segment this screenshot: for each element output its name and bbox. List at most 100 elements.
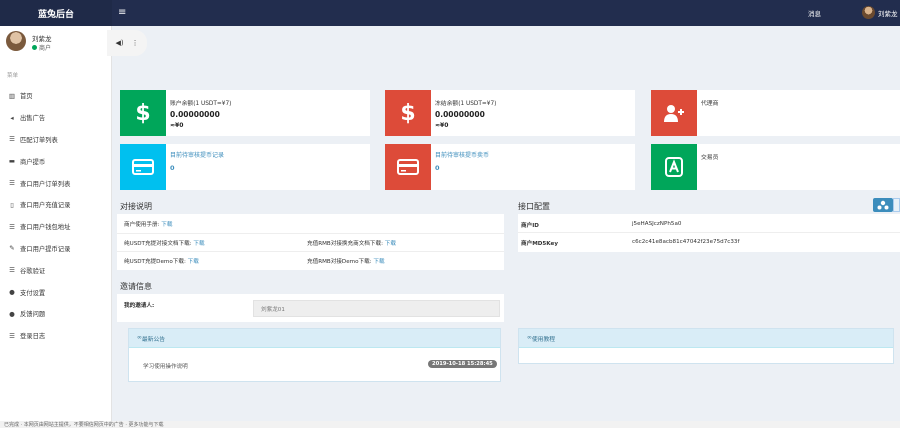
- tutorial-card: ∞ 使用教程: [518, 328, 894, 364]
- sidebar-item-label: 查口用户订单列表: [20, 180, 71, 188]
- manual-download-link[interactable]: 下载: [161, 222, 172, 228]
- rmb-demo-row: 充值RMB对接Demo下载: 下载: [307, 257, 385, 265]
- sidebar: 刘紫龙 商户 菜单 ▥ 首页 ◂ 出售广告 ☰ 匹配订单列表 ▬ 商户提币 ☰ 查口用户订单列表 ▯…: [0, 26, 112, 428]
- sidebar-item[interactable]: ◂ 出售广告: [0, 107, 112, 129]
- sidebar-item[interactable]: ☰ 查口用户钱包地址: [0, 216, 112, 238]
- inviter-field[interactable]: 刘紫龙01: [253, 300, 500, 317]
- brand-logo[interactable]: 蓝兔后台: [0, 0, 112, 26]
- rmb-demo-download-link[interactable]: 下载: [373, 259, 384, 265]
- profile-avatar: [6, 31, 26, 51]
- toolbar-toggle-button[interactable]: [893, 198, 900, 212]
- notice-card: ∞ 最新公告: [128, 328, 501, 382]
- dollar-icon: $: [120, 90, 166, 136]
- agent-box[interactable]: 代理商: [651, 90, 900, 136]
- sidebar-item[interactable]: ☰ 查口用户订单列表: [0, 172, 112, 194]
- edit-icon: ✎: [9, 244, 15, 253]
- dollar-icon: $: [385, 90, 431, 136]
- notice-title: 最新公告: [141, 336, 166, 343]
- merchant-id-key: 商户ID: [521, 223, 539, 229]
- invite-label: 我的邀请人:: [124, 303, 155, 309]
- usdt-doc-label: 纯USDT充提对接文档下载:: [124, 241, 192, 247]
- pending-withdraw-sell-label[interactable]: 目前待审核提币卖币: [435, 150, 489, 159]
- android-icon: [651, 144, 697, 190]
- user-menu[interactable]: 刘紫龙: [862, 6, 898, 19]
- sidebar-item-label: 出售广告: [20, 115, 46, 123]
- profile-role: 商户: [39, 45, 52, 52]
- pending-withdraw-sell-box[interactable]: 目前待审核提币卖币 0: [385, 144, 635, 190]
- comment-icon: ●: [9, 309, 15, 318]
- card-icon: ▬: [8, 157, 16, 166]
- pending-withdraw-records-box[interactable]: 目前待审核提币记录 0: [120, 144, 370, 190]
- profile-status: 商户: [32, 43, 51, 52]
- account-balance-label: 账户余额(1 USDT=¥7): [170, 101, 232, 107]
- credit-card-icon: [120, 144, 166, 190]
- notice-item[interactable]: 学习使用操作说明: [143, 362, 188, 370]
- volume-icon[interactable]: ◀): [115, 39, 123, 47]
- trader-label: 交易员: [701, 155, 719, 161]
- sitemap-icon[interactable]: [873, 198, 893, 212]
- sidebar-item[interactable]: ☰ 匹配订单列表: [0, 129, 112, 151]
- sidebar-item-label: 查口用户钱包地址: [20, 224, 71, 232]
- sidebar-item[interactable]: ✎ 查口用户提币记录: [0, 238, 112, 260]
- pending-withdraw-records-value: 0: [170, 164, 175, 172]
- file-icon: ▯: [10, 200, 14, 209]
- hamburger-icon[interactable]: ≡: [118, 7, 126, 19]
- sidebar-item[interactable]: ● 反馈问题: [0, 303, 112, 325]
- messages-link[interactable]: 消息: [808, 8, 821, 18]
- sidebar-menu: ▥ 首页 ◂ 出售广告 ☰ 匹配订单列表 ▬ 商户提币 ☰ 查口用户订单列表 ▯ 查口用户充值记录 ☰ 查…: [0, 85, 112, 347]
- api-config-title: 接口配置: [518, 202, 550, 211]
- invite-title: 邀请信息: [120, 282, 152, 291]
- sidebar-section-label: 菜单: [7, 73, 19, 79]
- sidebar-item-label: 匹配订单列表: [20, 136, 58, 144]
- sidebar-item[interactable]: ☰ 登录日志: [0, 325, 112, 347]
- frozen-balance-cny: ≈¥0: [435, 122, 449, 129]
- list-icon: ☰: [9, 222, 15, 231]
- account-balance-box: $ 账户余额(1 USDT=¥7) 0.00000000 ≈¥0: [120, 90, 370, 136]
- sidebar-item[interactable]: ▥ 首页: [0, 85, 112, 107]
- list-icon: ☰: [9, 135, 15, 144]
- sidebar-item-label: 谷歌验证: [20, 267, 46, 275]
- gear-icon: ●: [9, 288, 15, 297]
- frozen-balance-box: $ 冻结余额(1 USDT=¥7) 0.00000000 ≈¥0: [385, 90, 635, 136]
- account-balance-cny: ≈¥0: [170, 122, 184, 129]
- sidebar-item[interactable]: ▬ 商户提币: [0, 150, 112, 172]
- sidebar-item[interactable]: ● 支付设置: [0, 281, 112, 303]
- account-balance-value: 0.00000000: [170, 110, 220, 119]
- usdt-demo-label: 纯USDT充提Demo下载:: [124, 259, 186, 265]
- sidebar-item-label: 查口用户提币记录: [20, 245, 71, 253]
- notice-card-header: ∞ 最新公告: [129, 329, 500, 348]
- sidebar-item[interactable]: ▯ 查口用户充值记录: [0, 194, 112, 216]
- divider: [518, 232, 900, 233]
- more-vertical-icon[interactable]: ⋮: [132, 39, 139, 47]
- sidebar-item-label: 支付设置: [20, 289, 46, 297]
- rmb-demo-label: 充值RMB对接Demo下载:: [307, 259, 372, 265]
- sidebar-item-label: 首页: [20, 93, 33, 101]
- rmb-doc-row: 充值RMB对接换充商文档下载: 下载: [307, 239, 396, 247]
- notice-date-badge: 2019-10-18 15:28:45: [428, 360, 497, 368]
- integration-title: 对接说明: [120, 202, 152, 211]
- user-plus-icon: [651, 90, 697, 136]
- top-navbar: 蓝兔后台 ≡ 消息 刘紫龙: [0, 0, 900, 26]
- usdt-doc-download-link[interactable]: 下载: [193, 241, 204, 247]
- user-name: 刘紫龙: [878, 9, 898, 18]
- browser-status-bar: 已完成 · 本网页由网站主提供，不要相信网页中的广告 · 更多功能与下载: [0, 421, 900, 428]
- sidebar-item-label: 登录日志: [20, 333, 46, 341]
- list-icon: ☰: [9, 331, 15, 340]
- sidebar-item[interactable]: ☰ 谷歌验证: [0, 259, 112, 281]
- api-config-panel: [518, 214, 900, 252]
- avatar: [862, 6, 875, 19]
- pending-withdraw-records-label[interactable]: 目前待审核提币记录: [170, 150, 224, 159]
- profile-name: 刘紫龙: [32, 35, 52, 43]
- sidebar-item-label: 商户提币: [20, 158, 46, 166]
- agent-label: 代理商: [701, 101, 719, 107]
- list-icon: ☰: [9, 179, 15, 188]
- usdt-doc-row: 纯USDT充提对接文档下载: 下载: [124, 239, 205, 247]
- credit-card-icon: [385, 144, 431, 190]
- pending-withdraw-sell-value: 0: [435, 164, 440, 172]
- rmb-doc-download-link[interactable]: 下载: [385, 241, 396, 247]
- sidebar-item-label: 反馈问题: [20, 311, 46, 319]
- usdt-demo-download-link[interactable]: 下载: [188, 259, 199, 265]
- tutorial-title: 使用教程: [531, 336, 556, 343]
- profile-popover: ◀) ⋮: [107, 30, 147, 56]
- trader-box[interactable]: 交易员: [651, 144, 900, 190]
